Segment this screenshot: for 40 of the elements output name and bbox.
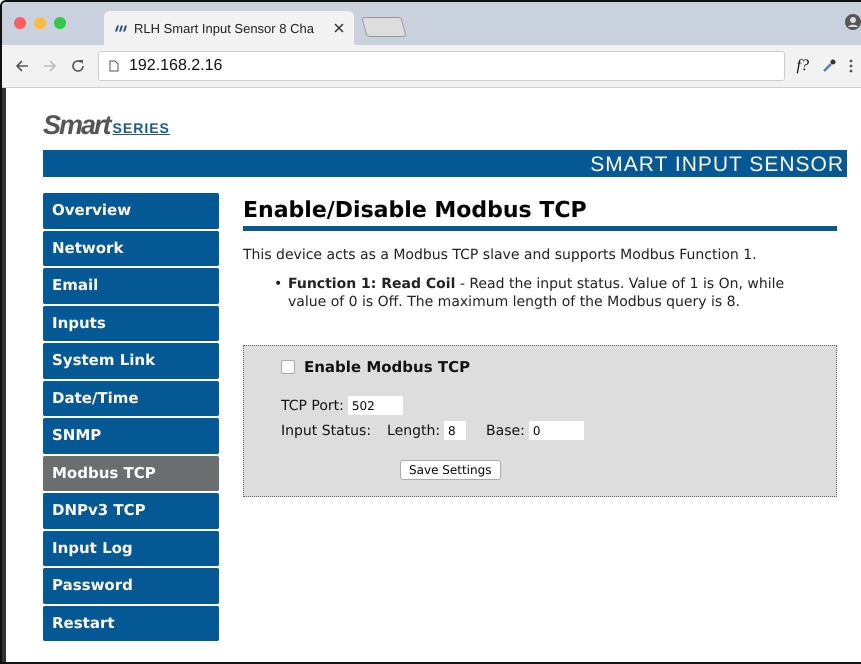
nav-item[interactable]: Email: [43, 268, 219, 304]
nav-item[interactable]: Modbus TCP: [43, 456, 219, 491]
nav-item[interactable]: SNMP: [43, 418, 219, 454]
menu-icon[interactable]: [849, 58, 853, 74]
address-bar[interactable]: 192.168.2.16: [98, 51, 785, 81]
nav-item[interactable]: Network: [43, 230, 219, 266]
nav-item[interactable]: Date/Time: [43, 380, 219, 416]
eyedropper-icon[interactable]: [821, 58, 837, 74]
tab-title: RLH Smart Input Sensor 8 Cha: [134, 20, 315, 36]
nav-item[interactable]: Inputs: [43, 306, 219, 341]
nav-item[interactable]: Overview: [43, 193, 219, 228]
bullet-marker: •: [274, 275, 284, 294]
input-field[interactable]: 8: [444, 421, 466, 440]
logo-icon: [114, 24, 128, 32]
smart-series-logo: SmartSERIES: [43, 110, 170, 140]
input-field[interactable]: 502: [348, 396, 403, 415]
page-heading: Enable/Disable Modbus TCP: [243, 198, 837, 231]
field-label: Base:: [486, 422, 525, 438]
browser-tab[interactable]: RLH Smart Input Sensor 8 Cha: [104, 11, 354, 45]
checkbox[interactable]: [281, 360, 295, 374]
input-field[interactable]: 0: [528, 421, 584, 440]
nav-item[interactable]: Password: [43, 568, 219, 604]
page-icon: [109, 60, 119, 72]
reload-icon[interactable]: [70, 58, 86, 74]
back-icon[interactable]: [14, 58, 30, 74]
profile-icon[interactable]: [845, 14, 861, 30]
nav-item[interactable]: DNPv3 TCP: [43, 493, 219, 528]
extension-button[interactable]: f?: [796, 57, 809, 75]
bullet-text: Function 1: Read Coil - Read the input status. Value of 1 is On, while value of 0 is Off. The maximum length of the Modbus query is 8.: [288, 275, 786, 311]
close-icon[interactable]: [334, 23, 344, 33]
nav-item[interactable]: System Link: [43, 343, 219, 378]
nav-item[interactable]: Input Log: [43, 530, 219, 566]
intro-text: This device acts as a Modbus TCP slave and supports Modbus Function 1.: [243, 247, 758, 263]
field-label: TCP Port:: [281, 398, 344, 414]
nav-item[interactable]: Restart: [43, 606, 219, 641]
checkbox-label: Enable Modbus TCP: [304, 358, 470, 376]
field-label: Length:: [387, 422, 440, 438]
save-button[interactable]: Save Settings: [400, 460, 500, 480]
banner: SMART INPUT SENSOR: [43, 150, 847, 177]
field-label: Input Status:: [281, 422, 372, 438]
